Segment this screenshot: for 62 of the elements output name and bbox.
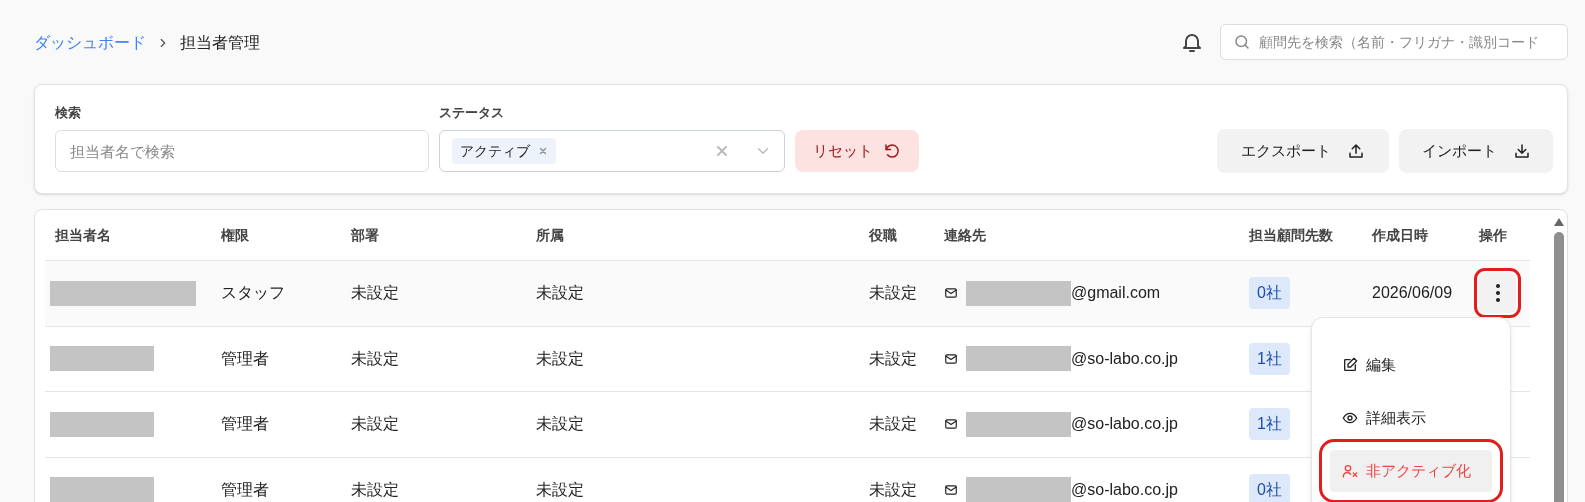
table-cell-text: 未設定 <box>869 283 917 304</box>
scroll-up-icon[interactable] <box>1554 218 1564 226</box>
mail-icon <box>944 417 958 432</box>
scrollbar[interactable] <box>1551 218 1567 502</box>
column-header: 作成日時 <box>1372 227 1428 243</box>
undo-icon <box>883 142 901 160</box>
import-button[interactable]: インポート <box>1399 129 1553 173</box>
table-cell-text: 未設定 <box>536 414 584 435</box>
table-cell-text: 未設定 <box>536 283 584 304</box>
upload-icon <box>1347 142 1365 160</box>
menu-item[interactable]: 編集 <box>1330 344 1492 386</box>
table-cell-text: 未設定 <box>351 414 399 435</box>
table-cell-text: 未設定 <box>351 348 399 369</box>
table-cell-text: スタッフ <box>221 283 285 304</box>
breadcrumb-current: 担当者管理 <box>180 32 260 53</box>
table-cell-text: 管理者 <box>221 348 269 369</box>
status-select[interactable]: アクティブ <box>439 130 785 172</box>
email-domain: @gmail.com <box>1071 283 1161 304</box>
table-cell-text: 未設定 <box>869 414 917 435</box>
email-domain: @so-labo.co.jp <box>1071 348 1178 369</box>
table-cell-text: 管理者 <box>221 479 269 500</box>
table-cell-text: 未設定 <box>869 479 917 500</box>
edit-icon <box>1342 357 1358 373</box>
column-header: 権限 <box>221 227 249 243</box>
client-count-badge: 1社 <box>1249 342 1290 375</box>
column-header: 所属 <box>536 227 564 243</box>
table-cell-text: 2026/06/09 <box>1372 283 1453 304</box>
table-cell-text: 未設定 <box>351 283 399 304</box>
client-search-field[interactable]: 顧問先を検索（名前・フリガナ・識別コード <box>1220 24 1568 60</box>
table-cell-text: 未設定 <box>536 479 584 500</box>
column-header: 部署 <box>351 227 379 243</box>
email-domain: @so-labo.co.jp <box>1071 479 1178 500</box>
column-header: 役職 <box>869 227 897 243</box>
download-icon <box>1512 142 1531 160</box>
search-icon <box>1233 33 1251 51</box>
client-count-badge: 1社 <box>1249 408 1290 441</box>
user-remove-icon <box>1342 463 1358 479</box>
column-header: 担当者名 <box>55 227 111 243</box>
reset-button[interactable]: リセット <box>795 130 919 172</box>
table-cell-text: 管理者 <box>221 414 269 435</box>
client-count-badge: 0社 <box>1249 473 1290 502</box>
mail-icon <box>944 351 958 366</box>
field-label: ステータス <box>439 103 505 122</box>
table-cell-text: 未設定 <box>536 348 584 369</box>
breadcrumb-link[interactable]: ダッシュボード <box>34 30 146 55</box>
mail-icon <box>944 286 958 301</box>
name-search-field[interactable]: 担当者名で検索 <box>55 130 429 172</box>
column-header: 操作 <box>1479 227 1507 243</box>
column-header: 担当顧問先数 <box>1249 227 1333 243</box>
remove-tag-button[interactable] <box>538 146 548 156</box>
menu-item[interactable]: 詳細表示 <box>1330 397 1492 439</box>
table-cell-text: 未設定 <box>351 479 399 500</box>
column-header: 連絡先 <box>944 227 986 243</box>
mail-icon <box>944 482 958 497</box>
field-label: 検索 <box>55 103 82 122</box>
more-vertical-icon <box>1495 284 1500 303</box>
tag-label: アクティブ <box>460 141 530 161</box>
export-button[interactable]: エクスポート <box>1217 129 1389 173</box>
table-cell-text: 未設定 <box>869 348 917 369</box>
eye-icon <box>1342 410 1358 426</box>
client-count-badge: 0社 <box>1249 277 1290 310</box>
email-domain: @so-labo.co.jp <box>1071 414 1178 435</box>
